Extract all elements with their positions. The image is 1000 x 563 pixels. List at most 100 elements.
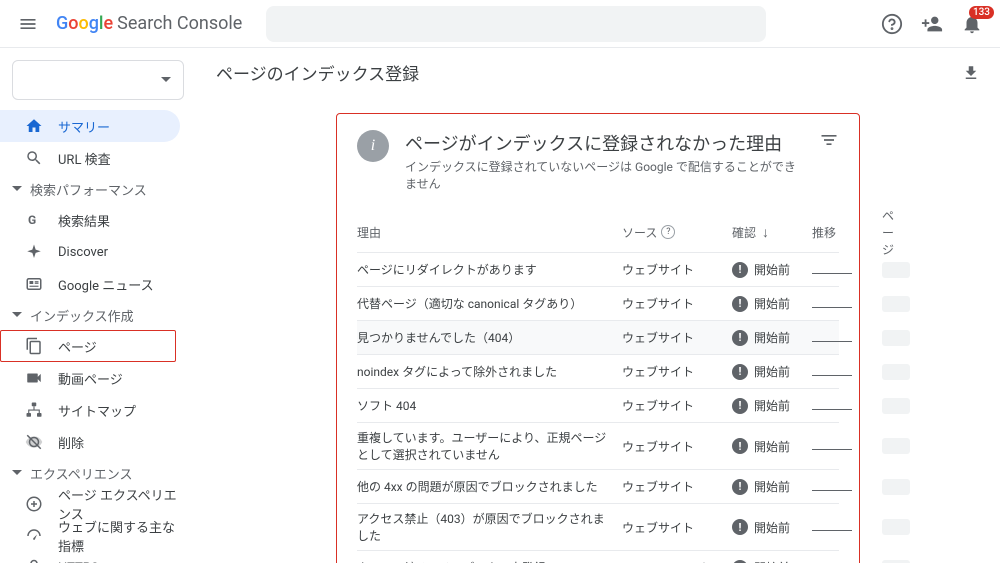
cell-source: ウェブサイト [622, 438, 732, 455]
cell-source: ウェブサイト [622, 295, 732, 312]
page-title: ページのインデックス登録 [216, 60, 419, 85]
pages-icon [24, 336, 44, 356]
sidebar-section-header[interactable]: エクスペリエンス [0, 458, 196, 488]
table-row[interactable]: 他の 4xx の問題が原因でブロックされました ウェブサイト !開始前 [357, 469, 839, 503]
error-icon: ! [732, 560, 748, 563]
sidebar-item-URL 検査[interactable]: URL 検査 [0, 142, 196, 174]
table-row[interactable]: ソフト 404 ウェブサイト !開始前 [357, 388, 839, 422]
cell-pages [882, 262, 910, 278]
cell-confirm: !開始前 [732, 438, 812, 455]
sidebar-item-サイトマップ[interactable]: サイトマップ [0, 394, 196, 426]
cell-source: ウェブサイト [622, 478, 732, 495]
product-name: Search Console [117, 13, 242, 34]
cell-pages [882, 364, 910, 380]
cell-source: ウェブサイト [622, 519, 732, 536]
col-header-reason[interactable]: 理由 [357, 224, 622, 241]
lock-icon [24, 558, 44, 563]
cell-pages [882, 296, 910, 312]
cell-confirm: !開始前 [732, 397, 812, 414]
sidebar-item-label: Google ニュース [58, 275, 154, 294]
cell-reason: 見つかりませんでした（404） [357, 329, 622, 346]
error-icon: ! [732, 398, 748, 414]
table-row[interactable]: ページにリダイレクトがあります ウェブサイト !開始前 [357, 252, 839, 286]
hamburger-menu-icon[interactable] [16, 12, 40, 36]
speed-icon [24, 526, 44, 546]
cell-pages [882, 519, 910, 535]
cell-confirm: !開始前 [732, 519, 812, 536]
cell-reason: クロール済み - インデックス未登録 [357, 559, 622, 563]
cell-source: ウェブサイト [622, 261, 732, 278]
table-row[interactable]: 重複しています。ユーザーにより、正規ページとして選択されていません ウェブサイト… [357, 422, 839, 469]
error-icon: ! [732, 296, 748, 312]
sidebar-item-動画ページ[interactable]: 動画ページ [0, 362, 196, 394]
cell-trend [812, 331, 882, 345]
sidebar-item-label: Discover [58, 245, 108, 260]
sidebar-item-Google ニュース[interactable]: Google ニュース [0, 268, 196, 300]
plus-icon [24, 494, 44, 514]
sort-arrow-icon: ↓ [762, 224, 769, 241]
sidebar-item-サマリー[interactable]: サマリー [0, 110, 180, 142]
table-row[interactable]: アクセス禁止（403）が原因でブロックされました ウェブサイト !開始前 [357, 503, 839, 550]
col-header-confirm[interactable]: 確認 ↓ [732, 224, 812, 241]
people-icon[interactable] [920, 12, 944, 36]
sidebar-item-Discover[interactable]: Discover [0, 236, 196, 268]
download-icon[interactable] [962, 64, 980, 82]
col-header-pages[interactable]: ページ [882, 207, 894, 258]
cell-reason: 重複しています。ユーザーにより、正規ページとして選択されていません [357, 429, 622, 463]
sidebar-item-ページ エクスペリエンス[interactable]: ページ エクスペリエンス [0, 488, 196, 520]
sidebar-section-header[interactable]: 検索パフォーマンス [0, 174, 196, 204]
error-icon: ! [732, 519, 748, 535]
cell-source: Google システム [622, 559, 732, 563]
sidebar-item-削除[interactable]: 削除 [0, 426, 196, 458]
reasons-table: 理由 ソース ? 確認 ↓ 推移 ページ ページにリダイレクトがあります ウェブ… [357, 212, 839, 563]
property-selector[interactable] [12, 60, 184, 100]
home-icon [24, 116, 44, 136]
app-header: Google Search Console 133 [0, 0, 1000, 48]
cell-source: ウェブサイト [622, 329, 732, 346]
cell-reason: ページにリダイレクトがあります [357, 261, 622, 278]
filter-icon[interactable] [819, 130, 839, 150]
notifications-icon[interactable]: 133 [960, 12, 984, 36]
table-row[interactable]: 見つかりませんでした（404） ウェブサイト !開始前 [357, 320, 839, 354]
sitemap-icon [24, 400, 44, 420]
sidebar-item-ページ[interactable]: ページ [0, 330, 176, 362]
card-subtitle: インデックスに登録されていないページは Google で配信することができません [405, 158, 803, 192]
cell-trend [812, 263, 882, 277]
remove-icon [24, 432, 44, 452]
table-row[interactable]: noindex タグによって除外されました ウェブサイト !開始前 [357, 354, 839, 388]
discover-icon [24, 242, 44, 262]
cell-confirm: !開始前 [732, 329, 812, 346]
sidebar-item-label: サマリー [58, 117, 110, 136]
cell-source: ウェブサイト [622, 397, 732, 414]
table-row[interactable]: クロール済み - インデックス未登録 Google システム !開始前 [357, 550, 839, 563]
cell-confirm: !開始前 [732, 295, 812, 312]
cell-pages [882, 330, 910, 346]
sidebar-item-label: サイトマップ [58, 401, 136, 420]
cell-reason: ソフト 404 [357, 397, 622, 414]
cell-trend [812, 297, 882, 311]
error-icon: ! [732, 262, 748, 278]
sidebar-item-ウェブに関する主な指標[interactable]: ウェブに関する主な指標 [0, 520, 196, 552]
col-header-source[interactable]: ソース ? [622, 224, 732, 241]
cell-trend [812, 520, 882, 534]
help-tooltip-icon[interactable]: ? [661, 225, 675, 239]
sidebar-section-header[interactable]: インデックス作成 [0, 300, 196, 330]
cell-trend [812, 480, 882, 494]
logo[interactable]: Google Search Console [56, 13, 242, 34]
video-icon [24, 368, 44, 388]
sidebar-item-label: URL 検査 [58, 149, 111, 168]
table-row[interactable]: 代替ページ（適切な canonical タグあり） ウェブサイト !開始前 [357, 286, 839, 320]
cell-trend [812, 399, 882, 413]
sidebar-item-検索結果[interactable]: G検索結果 [0, 204, 196, 236]
sidebar: サマリー URL 検査検索パフォーマンスG検索結果 Discover Google ニ… [0, 48, 196, 563]
col-header-trend[interactable]: 推移 [812, 224, 882, 241]
sidebar-item-label: 動画ページ [58, 369, 123, 388]
help-icon[interactable] [880, 12, 904, 36]
info-icon: i [357, 130, 389, 162]
cell-confirm: !開始前 [732, 559, 812, 563]
card-title: ページがインデックスに登録されなかった理由 [405, 130, 803, 156]
cell-confirm: !開始前 [732, 261, 812, 278]
search-input[interactable] [266, 6, 766, 42]
cell-trend [812, 365, 882, 379]
cell-reason: アクセス禁止（403）が原因でブロックされました [357, 510, 622, 544]
